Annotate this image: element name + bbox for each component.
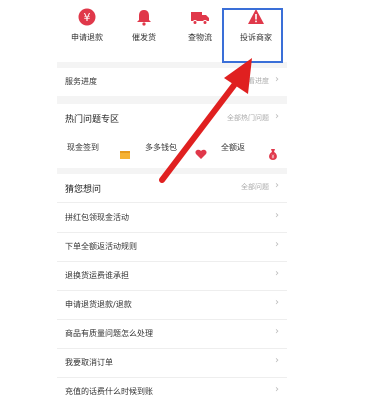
screenshot-stage: ¥ 申请退款 催发货 查物流 投诉商家 服务进度 查看进度 › 热门问题专区 全… [0,0,379,411]
annotation-arrow [159,58,252,183]
